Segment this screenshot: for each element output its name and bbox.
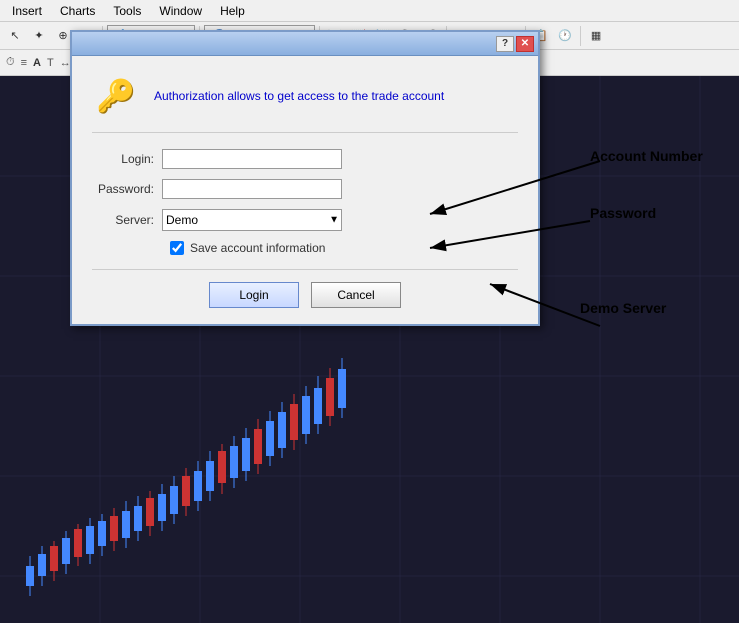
dialog-titlebar: ? ✕: [72, 32, 538, 56]
close-button[interactable]: ✕: [516, 36, 534, 52]
text-icon: T: [47, 57, 54, 69]
password-row: Password:: [92, 179, 518, 199]
dialog-content: 🔑 Authorization allows to get access to …: [72, 56, 538, 324]
keys-icon: 🔑: [92, 72, 140, 120]
arrow-tool-btn[interactable]: ↖: [4, 25, 26, 47]
save-checkbox-row: Save account information: [170, 241, 518, 255]
period-icon: ⏱: [6, 56, 15, 69]
menu-tools[interactable]: Tools: [105, 2, 149, 20]
menu-charts[interactable]: Charts: [52, 2, 103, 20]
login-button[interactable]: Login: [209, 282, 299, 308]
server-label: Server:: [92, 213, 162, 227]
menubar: Insert Charts Tools Window Help: [0, 0, 739, 22]
line-icon: ≡: [21, 57, 27, 69]
server-row: Server: Demo Real Demo-2 ▼: [92, 209, 518, 231]
pointer-tool-btn[interactable]: ✦: [28, 25, 50, 47]
dialog-header: 🔑 Authorization allows to get access to …: [92, 72, 518, 133]
dialog-separator: [92, 269, 518, 270]
login-input[interactable]: [162, 149, 342, 169]
password-input[interactable]: [162, 179, 342, 199]
menu-insert[interactable]: Insert: [4, 2, 50, 20]
menu-window[interactable]: Window: [151, 2, 210, 20]
login-label: Login:: [92, 152, 162, 166]
cancel-button[interactable]: Cancel: [311, 282, 401, 308]
dialog-description: Authorization allows to get access to th…: [154, 89, 444, 103]
login-row: Login:: [92, 149, 518, 169]
login-dialog: ? ✕ 🔑 Authorization allows to get access…: [70, 30, 540, 326]
save-checkbox-label: Save account information: [190, 241, 325, 255]
password-label: Password:: [92, 182, 162, 196]
menu-help[interactable]: Help: [212, 2, 253, 20]
dialog-buttons: Login Cancel: [92, 282, 518, 312]
clock-btn[interactable]: 🕐: [554, 25, 576, 47]
sep6: [580, 26, 581, 46]
grid-btn[interactable]: ▦: [585, 25, 607, 47]
server-select-wrapper: Demo Real Demo-2 ▼: [162, 209, 342, 231]
server-select[interactable]: Demo Real Demo-2: [162, 209, 342, 231]
a-icon: A: [33, 57, 41, 69]
help-button[interactable]: ?: [496, 36, 514, 52]
save-checkbox[interactable]: [170, 241, 184, 255]
